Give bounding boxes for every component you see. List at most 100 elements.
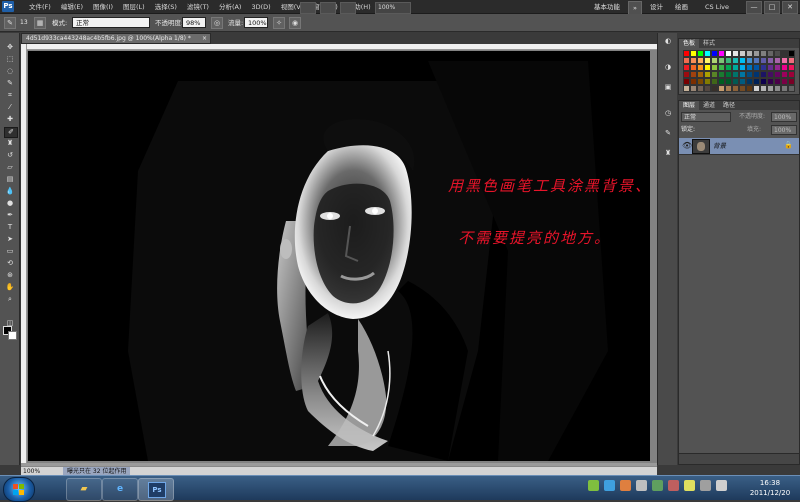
color-swatch[interactable] — [697, 71, 704, 78]
color-swatch[interactable] — [725, 64, 732, 71]
color-swatch[interactable] — [746, 57, 753, 64]
taskbar-clock[interactable]: 16:38 2011/12/20 — [745, 478, 795, 498]
menu-analysis[interactable]: 分析(A) — [214, 0, 247, 14]
color-swatch[interactable] — [753, 57, 760, 64]
color-swatch[interactable] — [690, 78, 697, 85]
color-swatch[interactable] — [697, 50, 704, 57]
brush-tool-icon[interactable]: ✐ — [4, 127, 18, 138]
color-swatch[interactable] — [725, 85, 732, 92]
color-swatch[interactable] — [704, 71, 711, 78]
color-swatch[interactable] — [781, 57, 788, 64]
workspace-essentials[interactable]: 基本功能 — [590, 0, 624, 15]
color-swatch[interactable] — [697, 57, 704, 64]
menu-3d[interactable]: 3D(D) — [246, 0, 275, 14]
color-swatch[interactable] — [683, 71, 690, 78]
quick-mask-icon[interactable]: ◫ — [4, 319, 16, 328]
document-tab[interactable]: 4d51d933ca443248ac4b5fb6.jpg @ 100%(Alph… — [21, 33, 211, 44]
menu-filter[interactable]: 滤镜(T) — [182, 0, 214, 14]
color-swatch[interactable] — [732, 78, 739, 85]
color-swatch[interactable] — [760, 85, 767, 92]
tray-icon-2[interactable] — [604, 480, 615, 491]
color-swatch[interactable] — [683, 78, 690, 85]
launch-mini-bridge-icon[interactable] — [320, 2, 336, 14]
color-swatch[interactable] — [690, 71, 697, 78]
tab-paths[interactable]: 路径 — [719, 101, 739, 110]
tray-icon-5[interactable] — [652, 480, 663, 491]
tab-styles[interactable]: 样式 — [699, 39, 719, 48]
tab-channels[interactable]: 通道 — [699, 101, 719, 110]
color-swatch[interactable] — [788, 78, 795, 85]
color-swatch[interactable] — [788, 50, 795, 57]
gradient-tool-icon[interactable]: ▤ — [4, 175, 16, 184]
marquee-tool-icon[interactable]: ⬚ — [4, 55, 16, 64]
menu-file[interactable]: 文件(F) — [24, 0, 56, 14]
color-swatch[interactable] — [781, 50, 788, 57]
color-swatch[interactable] — [788, 71, 795, 78]
maximize-button[interactable]: □ — [764, 1, 780, 14]
color-swatch[interactable] — [774, 57, 781, 64]
workspace-more-button[interactable]: » — [628, 1, 642, 15]
pen-tool-icon[interactable]: ✒ — [4, 211, 16, 220]
color-swatch[interactable] — [739, 57, 746, 64]
history-brush-tool-icon[interactable]: ↺ — [4, 151, 16, 160]
adjustments-panel-icon[interactable]: ◑ — [662, 63, 674, 72]
color-swatch[interactable] — [718, 78, 725, 85]
color-swatch[interactable] — [683, 85, 690, 92]
color-swatch[interactable] — [711, 78, 718, 85]
zoom-tool-icon[interactable]: ⌕ — [4, 295, 16, 304]
cs-live-button[interactable]: CS Live — [705, 0, 729, 14]
color-swatch[interactable] — [781, 71, 788, 78]
blur-tool-icon[interactable]: 💧 — [4, 187, 16, 196]
color-swatch[interactable] — [683, 50, 690, 57]
airbrush-icon[interactable]: ✧ — [273, 17, 285, 29]
color-swatch[interactable] — [732, 85, 739, 92]
swatch-grid[interactable] — [683, 50, 795, 92]
color-swatch[interactable] — [739, 71, 746, 78]
color-swatch[interactable] — [760, 64, 767, 71]
color-swatch[interactable] — [697, 85, 704, 92]
eyedropper-tool-icon[interactable]: ⁄ — [4, 103, 16, 112]
color-swatch[interactable] — [711, 50, 718, 57]
launch-bridge-icon[interactable] — [300, 2, 316, 14]
color-swatch[interactable] — [767, 50, 774, 57]
crop-tool-icon[interactable]: ⌗ — [4, 91, 16, 100]
brush-panel-toggle-icon[interactable]: ▦ — [34, 17, 46, 29]
layer-blend-mode-select[interactable]: 正常 — [681, 112, 731, 122]
color-swatch[interactable] — [760, 50, 767, 57]
volume-icon[interactable] — [716, 480, 727, 491]
color-swatch[interactable] — [781, 85, 788, 92]
color-swatch[interactable] — [725, 50, 732, 57]
color-swatch[interactable] — [788, 64, 795, 71]
color-swatch[interactable] — [718, 50, 725, 57]
color-swatch[interactable] — [718, 57, 725, 64]
layer-visibility-eye-icon[interactable]: 👁 — [682, 141, 692, 150]
tray-icon-3[interactable] — [620, 480, 631, 491]
color-swatch[interactable] — [697, 64, 704, 71]
history-panel-icon[interactable]: ◷ — [662, 109, 674, 118]
healing-brush-tool-icon[interactable]: ✚ — [4, 115, 16, 124]
color-swatch[interactable] — [774, 85, 781, 92]
color-swatch[interactable] — [690, 64, 697, 71]
color-swatch[interactable] — [718, 71, 725, 78]
menu-image[interactable]: 图像(I) — [88, 0, 118, 14]
opacity-input[interactable]: 98% — [182, 17, 206, 28]
masks-panel-icon[interactable]: ▣ — [662, 83, 674, 92]
3d-orbit-tool-icon[interactable]: ⊛ — [4, 271, 16, 280]
color-swatch[interactable] — [767, 57, 774, 64]
color-swatch[interactable] — [774, 50, 781, 57]
color-swatch[interactable] — [767, 78, 774, 85]
color-swatch[interactable] — [711, 85, 718, 92]
view-extras-icon[interactable] — [340, 2, 356, 14]
color-swatch[interactable] — [732, 57, 739, 64]
color-swatch[interactable] — [732, 50, 739, 57]
3d-rotate-tool-icon[interactable]: ⟲ — [4, 259, 16, 268]
color-swatch[interactable] — [767, 71, 774, 78]
dodge-tool-icon[interactable]: ● — [4, 199, 16, 208]
color-swatch[interactable] — [683, 64, 690, 71]
color-swatch[interactable] — [753, 78, 760, 85]
color-swatch[interactable] — [788, 57, 795, 64]
color-swatch[interactable] — [767, 64, 774, 71]
color-swatch[interactable] — [760, 57, 767, 64]
brush-size-value[interactable]: 13 — [20, 17, 28, 29]
color-swatch[interactable] — [711, 71, 718, 78]
